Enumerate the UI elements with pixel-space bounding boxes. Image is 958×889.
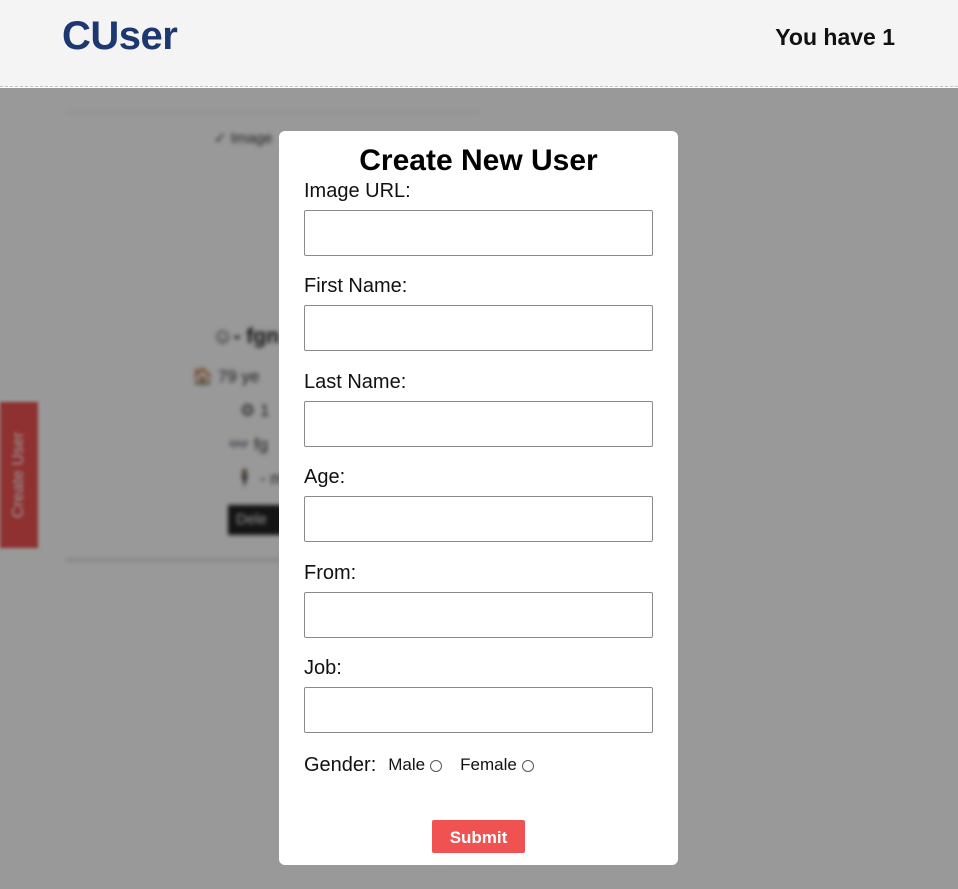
gender-group: Gender: Male Female [304, 752, 552, 778]
gender-male-label[interactable]: Male [388, 755, 425, 775]
from-label: From: [304, 562, 357, 584]
brand-logo[interactable]: CUser [62, 14, 178, 59]
create-user-modal: Create New User Image URL: First Name: L… [279, 131, 678, 865]
gender-female-radio[interactable] [521, 760, 534, 772]
gender-female-label[interactable]: Female [460, 755, 517, 775]
first-name-input[interactable] [304, 305, 653, 351]
last-name-label: Last Name: [304, 371, 407, 393]
app-header: CUser You have 1 [0, 0, 958, 87]
job-label: Job: [304, 657, 342, 679]
last-name-input[interactable] [304, 401, 653, 447]
job-input[interactable] [304, 687, 653, 733]
age-label: Age: [304, 466, 346, 488]
image-url-input[interactable] [304, 210, 653, 256]
submit-button[interactable]: Submit [432, 820, 525, 853]
gender-male-radio[interactable] [430, 760, 443, 772]
user-counter: You have 1 [775, 24, 895, 50]
gender-label: Gender: [304, 753, 377, 776]
from-input[interactable] [304, 592, 653, 638]
modal-title: Create New User [359, 144, 598, 177]
first-name-label: First Name: [304, 275, 408, 297]
age-input[interactable] [304, 496, 653, 542]
image-url-label: Image URL: [304, 180, 411, 202]
